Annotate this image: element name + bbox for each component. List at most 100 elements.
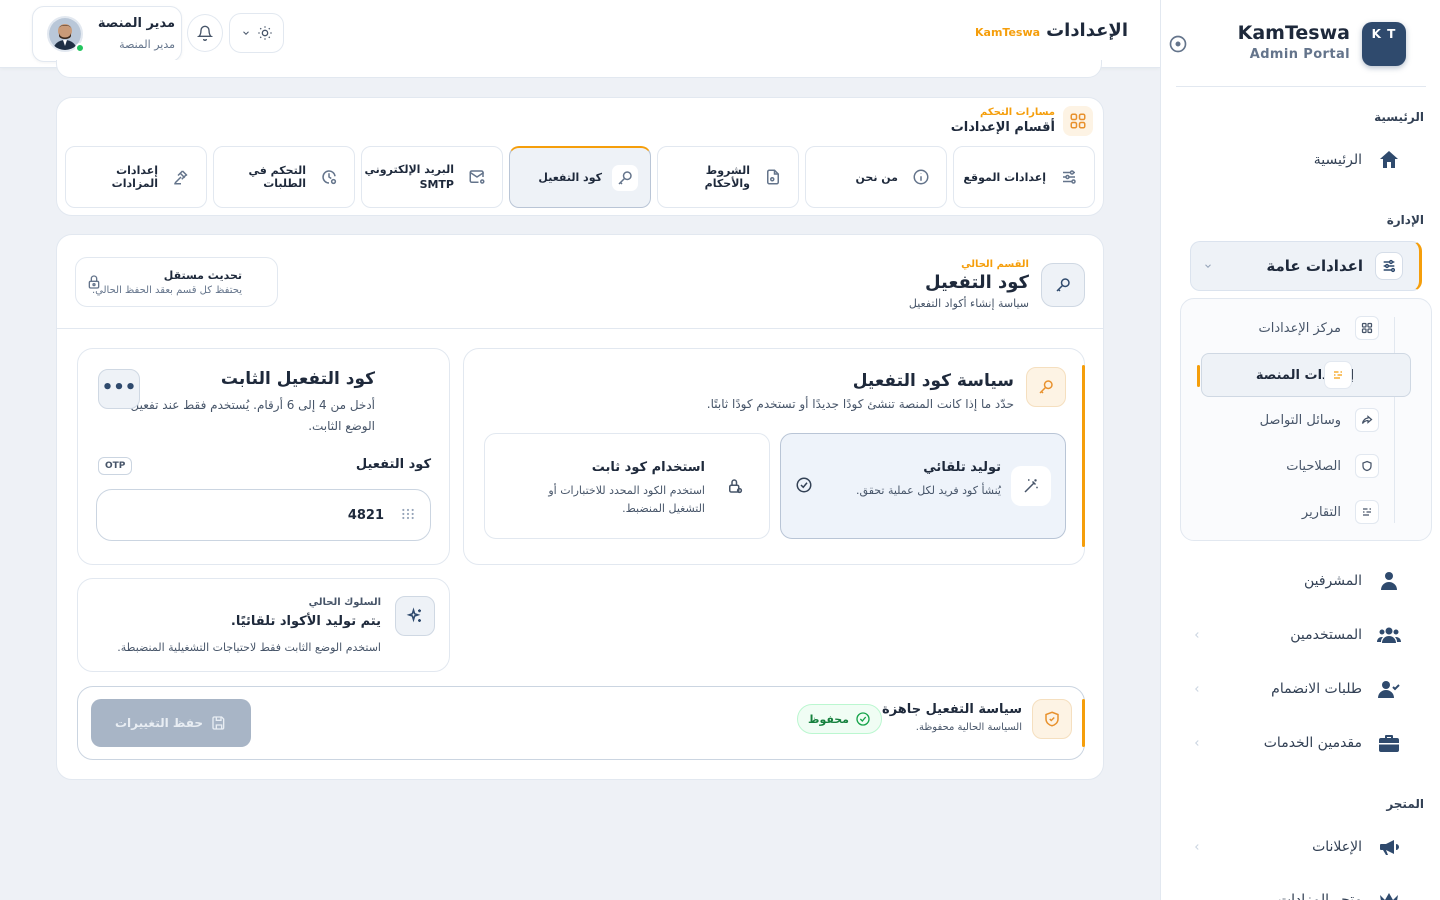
save-icon: [211, 715, 227, 731]
brand-tag: KamTeswa: [975, 26, 1041, 39]
sidebar-item-home[interactable]: الرئيسية: [1182, 142, 1402, 178]
submenu-label: وسائل التواصل: [1259, 412, 1341, 428]
sidebar-section-admin: الإدارة: [1386, 213, 1424, 227]
independent-update-note: تحديث مستقل يحتفظ كل قسم بعقد الحفظ الحا…: [75, 257, 278, 307]
share-icon: [1355, 408, 1379, 432]
option-fixed-code[interactable]: استخدام كود ثابت استخدم الكود المحدد للا…: [484, 433, 770, 539]
user-name: مدير المنصة: [97, 16, 175, 31]
reports-icon: [1355, 500, 1379, 524]
chevron-down-icon: [241, 28, 251, 38]
option-title: استخدام كود ثابت: [591, 460, 705, 475]
activation-code-label: كود التفعيل: [355, 457, 431, 472]
behavior-eyebrow: السلوك الحالي: [308, 597, 381, 608]
active-indicator: [1197, 365, 1200, 387]
submenu-item-social-links[interactable]: وسائل التواصل: [1199, 403, 1379, 437]
sliders-icon: [1375, 252, 1403, 280]
sidebar-item-ads[interactable]: الإعلانات: [1182, 829, 1402, 865]
submenu-item-reports[interactable]: التقارير: [1199, 495, 1379, 529]
sidebar-item-label: مقدمين الخدمات: [1263, 735, 1362, 751]
submenu-item-settings-center[interactable]: مركز الإعدادات: [1199, 311, 1379, 345]
sidebar-item-auction-store[interactable]: متجر المزادات: [1182, 882, 1402, 900]
save-status-desc: السياسة الحالية محفوظة.: [915, 722, 1022, 733]
section-description: سياسة إنشاء أكواد التفعيل: [908, 297, 1029, 310]
previous-card-edge: [56, 60, 1102, 78]
submenu-item-permissions[interactable]: الصلاحيات: [1199, 449, 1379, 483]
tab-requests-control[interactable]: التحكم في الطلبات: [213, 146, 355, 208]
activation-policy-card: سياسة كود التفعيل حدّد ما إذا كانت المنص…: [463, 348, 1085, 565]
user-check-icon: [1376, 676, 1402, 702]
fixed-code-title: كود التفعيل الثابت: [220, 369, 375, 389]
users-icon: [1376, 622, 1402, 648]
sidebar-item-general-settings[interactable]: اعدادات عامة: [1190, 241, 1422, 291]
chevron-left-icon: [1192, 630, 1202, 640]
sliders-icon: [1056, 164, 1082, 190]
check-circle-icon: [795, 476, 813, 494]
independent-update-desc: يحتفظ كل قسم بعقد الحفظ الحالي.: [91, 284, 242, 296]
notifications-button[interactable]: [187, 14, 223, 52]
sidebar-item-label: طلبات الانضمام: [1271, 681, 1362, 697]
chevron-left-icon: [1192, 684, 1202, 694]
tab-label: الشروط والأحكام: [704, 164, 750, 190]
sidebar-section-store: المتجر: [1386, 797, 1424, 811]
supervisor-icon: [1376, 568, 1402, 594]
behavior-title: يتم توليد الأكواد تلقائيًا.: [230, 614, 381, 629]
tab-about-us[interactable]: من نحن: [805, 146, 947, 208]
tab-label: إعدادات المزادات: [111, 164, 158, 190]
tab-label: من نحن: [855, 170, 899, 184]
logo: K T: [1362, 22, 1406, 66]
brand-subtitle: Admin Portal: [1249, 47, 1350, 62]
clock-settings-icon: [316, 164, 342, 190]
more-options-button[interactable]: •••: [98, 369, 140, 409]
user-role: مدير المنصة: [119, 38, 175, 51]
tab-terms[interactable]: الشروط والأحكام: [657, 146, 799, 208]
tab-label: إعدادات الموقع: [963, 170, 1046, 184]
sidebar-section-home: الرئيسية: [1374, 110, 1424, 124]
save-bar: سياسة التفعيل جاهزة السياسة الحالية محفو…: [77, 686, 1085, 760]
settings-sections-card: مسارات التحكم أقسام الإعدادات إعدادات ال…: [56, 97, 1104, 216]
online-status-dot: [75, 43, 85, 53]
general-settings-submenu: مركز الإعدادات إعدادات المنصة وسائل التو…: [1180, 298, 1432, 541]
tab-label: التحكم في الطلبات: [248, 164, 306, 190]
crown-icon: [1376, 887, 1402, 900]
sidebar-item-join-requests[interactable]: طلبات الانضمام: [1182, 671, 1402, 707]
sliders-icon: [1324, 361, 1352, 389]
key-icon: [1026, 367, 1066, 407]
section-header: القسم الحالي كود التفعيل سياسة إنشاء أكو…: [909, 259, 1085, 310]
key-icon: [612, 164, 638, 191]
check-circle-icon: [855, 711, 871, 727]
user-menu[interactable]: مدير المنصة مدير المنصة: [32, 6, 182, 62]
independent-update-title: تحديث مستقل: [163, 268, 242, 282]
sidebar-item-supervisors[interactable]: المشرفين: [1182, 563, 1402, 599]
shield-icon: [1355, 454, 1379, 478]
chevron-down-icon: [1203, 261, 1213, 271]
sun-icon: [257, 25, 273, 41]
option-title: توليد تلقائي: [923, 460, 1001, 475]
saved-badge: محفوظ: [797, 704, 882, 734]
policy-title: سياسة كود التفعيل: [852, 371, 1014, 391]
grid-icon: [1063, 106, 1093, 136]
sidebar-item-service-providers[interactable]: مقدمين الخدمات: [1182, 725, 1402, 761]
theme-toggle-button[interactable]: [229, 13, 284, 53]
policy-header: سياسة كود التفعيل حدّد ما إذا كانت المنص…: [707, 367, 1066, 411]
magic-wand-icon: [1011, 466, 1051, 506]
accent-bar: [1082, 699, 1085, 747]
save-changes-button[interactable]: حفظ التغييرات: [91, 699, 251, 747]
fixed-code-description: أدخل من 4 إلى 6 أرقام. يُستخدم فقط عند ت…: [130, 398, 375, 433]
tab-site-settings[interactable]: إعدادات الموقع: [953, 146, 1095, 208]
sidebar-item-label: الإعلانات: [1312, 839, 1362, 855]
option-auto-generate[interactable]: توليد تلقائي يُنشأ كود فريد لكل عملية تح…: [780, 433, 1066, 539]
submenu-item-platform-settings[interactable]: إعدادات المنصة: [1197, 353, 1411, 397]
tab-auction-settings[interactable]: إعدادات المزادات: [65, 146, 207, 208]
activation-code-input[interactable]: 4821: [96, 489, 431, 541]
otp-badge: OTP: [98, 457, 133, 475]
tab-smtp-email[interactable]: البريد الإلكتروني SMTP: [361, 146, 503, 208]
tab-label: كود التفعيل: [538, 171, 602, 184]
tab-activation-code[interactable]: كود التفعيل: [509, 146, 651, 208]
gavel-icon: [168, 164, 194, 190]
option-desc: استخدم الكود المحدد للاختبارات أو التشغي…: [548, 484, 705, 515]
sidebar-item-users[interactable]: المستخدمين: [1182, 617, 1402, 653]
sidebar-toggle-icon[interactable]: [1168, 34, 1188, 54]
save-status-title: سياسة التفعيل جاهزة: [882, 702, 1022, 717]
briefcase-icon: [1376, 730, 1402, 756]
sections-title: أقسام الإعدادات: [950, 120, 1055, 135]
